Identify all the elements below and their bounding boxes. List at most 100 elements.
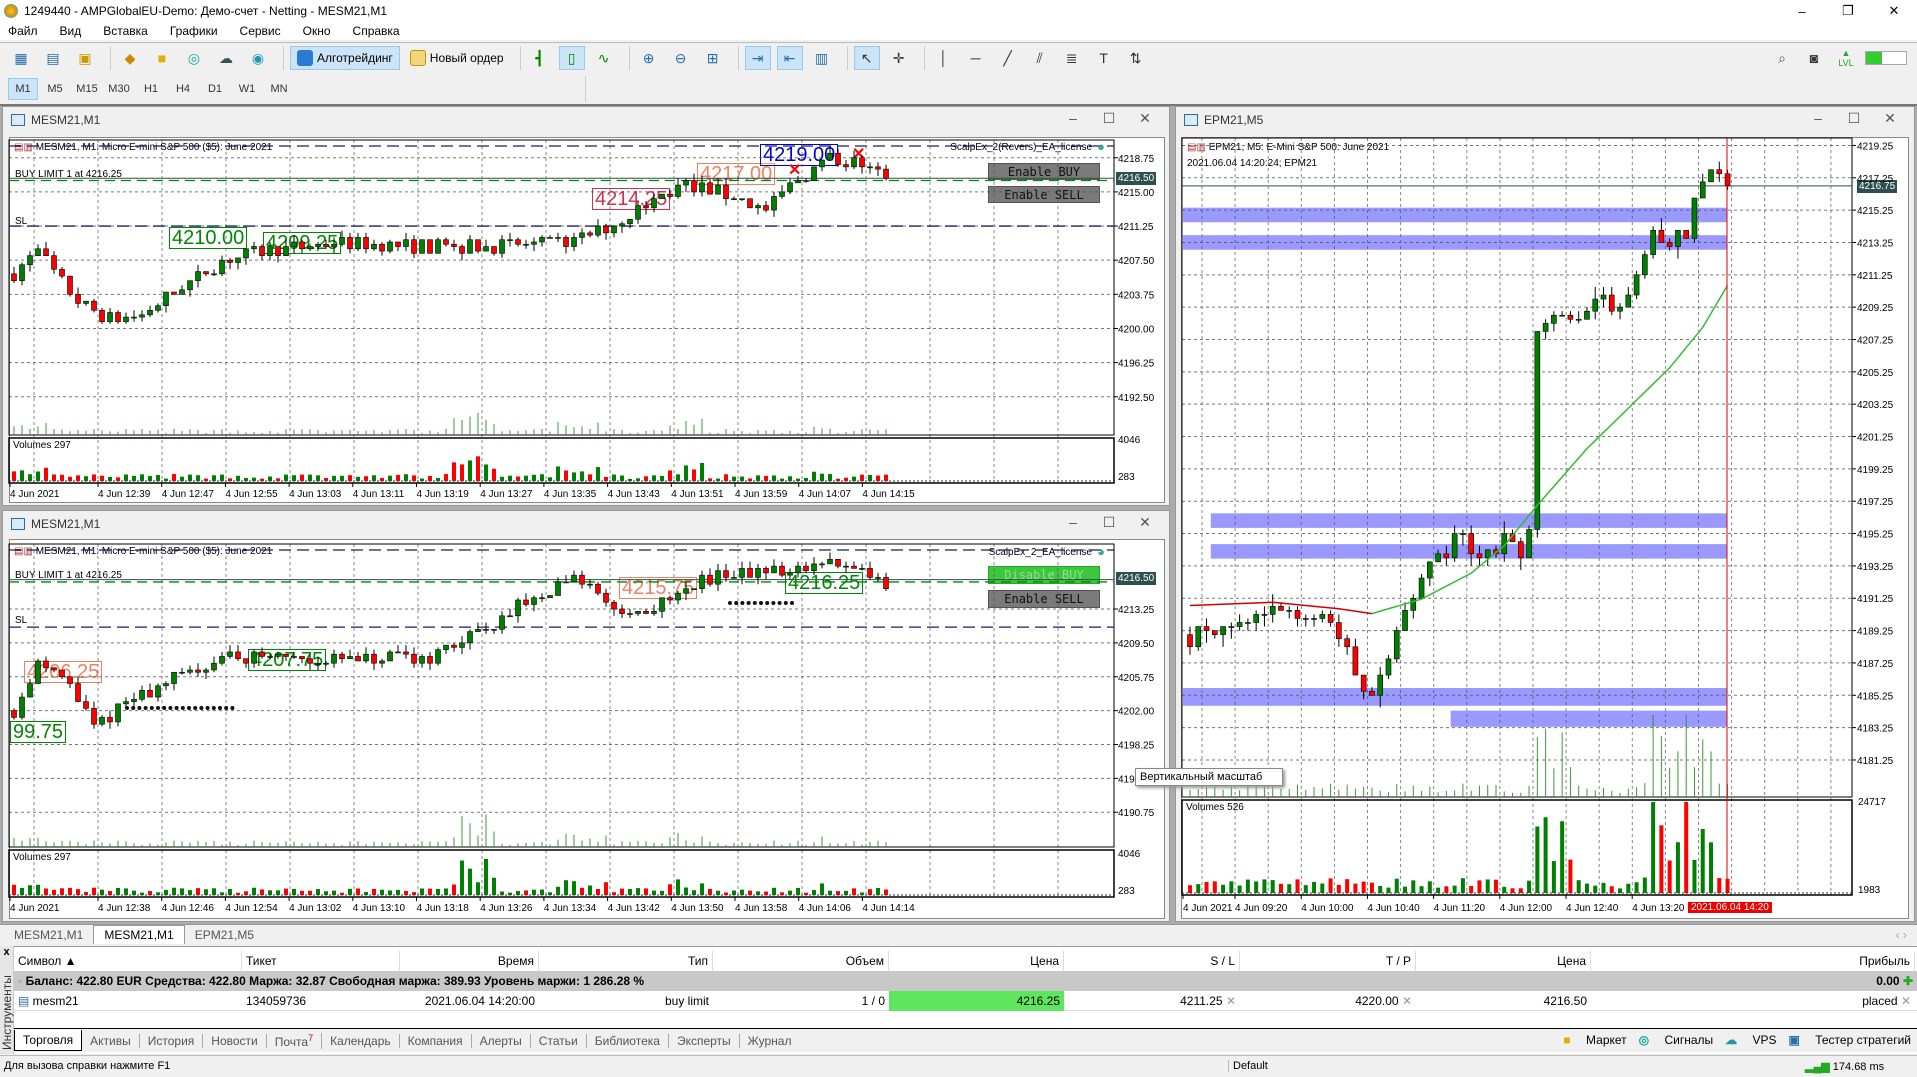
volume-bar [252, 887, 256, 895]
volume-bar [1452, 885, 1457, 893]
candle [1617, 303, 1623, 320]
price-axis-label: 4193.25 [1857, 562, 1894, 573]
volume-bar [292, 475, 296, 481]
volume-bar [492, 468, 496, 481]
candle [283, 653, 289, 661]
volume-bar [700, 883, 704, 895]
candle [731, 196, 737, 201]
volume-bar [724, 474, 728, 481]
volume-bar [772, 475, 776, 481]
candle [51, 667, 57, 673]
candle [707, 178, 713, 195]
candle [139, 685, 145, 702]
volume-bar [84, 891, 88, 895]
volume-bar [108, 476, 112, 481]
candle [211, 656, 217, 673]
volume-bar [628, 889, 632, 895]
volume-bar [428, 475, 432, 481]
time-axis-label: 4 Jun 13:59 [735, 489, 788, 500]
volume-bar [1262, 879, 1267, 893]
volume-bar [220, 892, 224, 895]
candle [1261, 606, 1268, 627]
candle [1675, 230, 1681, 259]
volume-bar [1394, 878, 1399, 893]
candle [875, 162, 881, 176]
main-pane-frame [8, 543, 1115, 848]
time-axis-label: 4 Jun 09:20 [1235, 903, 1288, 914]
volume-bar [532, 474, 536, 481]
candle [395, 241, 401, 252]
candle [539, 593, 545, 603]
candle [1245, 618, 1251, 631]
candle [459, 636, 465, 655]
candle [811, 166, 817, 181]
price-axis-label: 4205.25 [1857, 368, 1894, 379]
price-axis-label: 4189.25 [1857, 627, 1894, 638]
candle [259, 647, 265, 659]
volume-bar [276, 478, 280, 481]
volume-bar [524, 475, 528, 481]
candle [203, 271, 209, 277]
candle [499, 235, 505, 258]
candle [627, 609, 633, 619]
volume-bar [268, 890, 272, 895]
volume-bar [1543, 817, 1548, 893]
time-axis-label: 4 Jun 13:43 [608, 489, 661, 500]
candle [667, 189, 673, 199]
volume-bar [60, 888, 64, 895]
candle [1650, 226, 1656, 259]
candle [1344, 634, 1350, 655]
candle [587, 579, 593, 589]
candle [547, 595, 553, 599]
volume-bar [156, 475, 160, 481]
volume-bar [572, 881, 576, 895]
candle [347, 232, 353, 254]
candle [75, 287, 81, 308]
candle [99, 307, 105, 324]
candle [1592, 286, 1599, 320]
volume-bar [508, 475, 512, 481]
marker-dot [131, 706, 136, 710]
volume-bar [1560, 821, 1565, 893]
time-axis-label: 4 Jun 10:00 [1301, 903, 1354, 914]
volume-bar [628, 478, 632, 481]
time-axis-label: 4 Jun 13:26 [480, 903, 533, 914]
candle [563, 235, 569, 254]
candle [419, 239, 425, 254]
marker-dot [162, 706, 167, 710]
candle [1567, 311, 1574, 324]
candle [411, 235, 417, 258]
volume-bar [684, 887, 688, 895]
marker-dot [790, 601, 794, 605]
volume-bar [468, 868, 472, 895]
time-axis-label: 4 Jun 12:54 [225, 903, 278, 914]
candle [1427, 561, 1433, 587]
volume-bar [1303, 885, 1308, 893]
volume-bar [260, 478, 264, 481]
volume-bar [172, 887, 176, 895]
volume-bar [508, 892, 512, 895]
candle [483, 622, 489, 634]
chart-2-plot: 4213.254209.504205.754202.004198.254194.… [8, 543, 1155, 914]
volume-bar [148, 476, 152, 481]
candle [139, 310, 145, 322]
volume-bar [540, 889, 544, 895]
candle [1608, 286, 1615, 316]
volume-bar [1502, 886, 1507, 893]
volume-bar [372, 888, 376, 895]
volume-bar [1709, 842, 1714, 893]
marker-dot [740, 601, 745, 605]
candle [843, 561, 849, 573]
volume-bar [548, 892, 552, 895]
candle [707, 568, 713, 587]
chart-3-plot: 4219.25 4217.25 4215.25 4213.25 4211.25 4209.… [1181, 137, 1894, 914]
volume-bar [52, 474, 56, 481]
price-axis-label: 4187.25 [1857, 659, 1894, 670]
volume-bar [740, 476, 744, 481]
volume-bar [1361, 881, 1366, 893]
marker-dot [156, 706, 160, 710]
candle [1393, 626, 1400, 663]
candle [1311, 614, 1317, 627]
volume-bar [332, 475, 336, 481]
price-axis-label: 4218.75 [1118, 154, 1155, 165]
